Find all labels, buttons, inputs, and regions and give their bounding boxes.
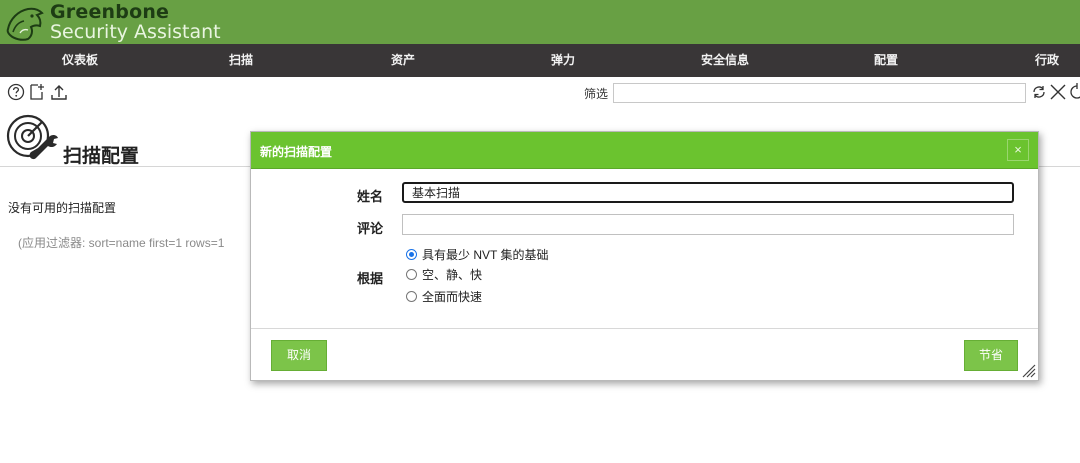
remove-filter-icon[interactable] [1049,82,1067,102]
base-option-minimal-nvt[interactable]: 具有最少 NVT 集的基础 [406,246,548,263]
dialog-footer-divider [251,328,1038,329]
base-option-full-fast[interactable]: 全面而快速 [406,288,482,305]
filter-input[interactable] [613,83,1026,103]
app-logo[interactable]: Greenbone Security Assistant [0,0,221,44]
resize-handle-icon[interactable] [1020,362,1036,378]
reset-filter-icon[interactable] [1068,82,1080,102]
page-title: 扫描配置 [63,146,140,167]
main-nav: 仪表板 扫描 资产 弹力 安全信息 配置 行政 [0,44,1080,77]
upload-icon[interactable] [49,82,69,102]
brand-line-1: Greenbone [50,0,170,23]
app-header: Greenbone Security Assistant [0,0,1080,44]
toolbar: 筛选 [0,77,1080,109]
nav-item-resilience[interactable]: 弹力 [551,44,575,77]
radio-unselected-icon[interactable] [406,269,417,280]
help-icon[interactable] [6,82,26,102]
base-option-label: 具有最少 NVT 集的基础 [422,248,549,262]
comment-label: 评论 [356,221,383,236]
nav-item-scans[interactable]: 扫描 [229,44,253,77]
dialog-header[interactable]: 新的扫描配置 × [251,132,1038,169]
comment-field[interactable] [402,214,1014,235]
name-label: 姓名 [356,189,383,204]
nav-item-assets[interactable]: 资产 [391,44,415,77]
new-document-icon[interactable] [27,82,47,102]
radio-unselected-icon[interactable] [406,291,417,302]
refresh-filter-icon[interactable] [1030,82,1048,102]
name-field[interactable] [402,182,1014,203]
base-option-label: 空、静、快 [422,268,483,282]
dialog-title: 新的扫描配置 [260,145,333,159]
scan-config-icon [6,114,58,160]
brand-name: Greenbone Security Assistant [50,0,221,43]
new-scan-config-dialog: 新的扫描配置 × 姓名 评论 根据 具有最少 NVT 集的基础 空、静、快 全面… [250,131,1039,381]
nav-item-dashboards[interactable]: 仪表板 [62,44,98,77]
radio-selected-icon[interactable] [406,249,417,260]
cancel-button[interactable]: 取消 [271,340,327,371]
close-button[interactable]: × [1007,139,1029,161]
empty-list-message: 没有可用的扫描配置 [8,201,117,215]
filter-label: 筛选 [584,87,609,101]
base-option-label: 全面而快速 [422,290,483,304]
nav-item-configuration[interactable]: 配置 [874,44,898,77]
brand-line-2: Security Assistant [50,20,221,43]
base-option-empty-static-fast[interactable]: 空、静、快 [406,266,482,283]
greenbone-logo-icon [6,7,44,41]
save-button[interactable]: 节省 [964,340,1018,371]
base-label: 根据 [356,271,383,286]
nav-item-administration[interactable]: 行政 [1035,44,1059,77]
applied-filter-text: (应用过滤器: sort=name first=1 rows=1 [18,236,225,250]
nav-item-secinfo[interactable]: 安全信息 [701,44,749,77]
